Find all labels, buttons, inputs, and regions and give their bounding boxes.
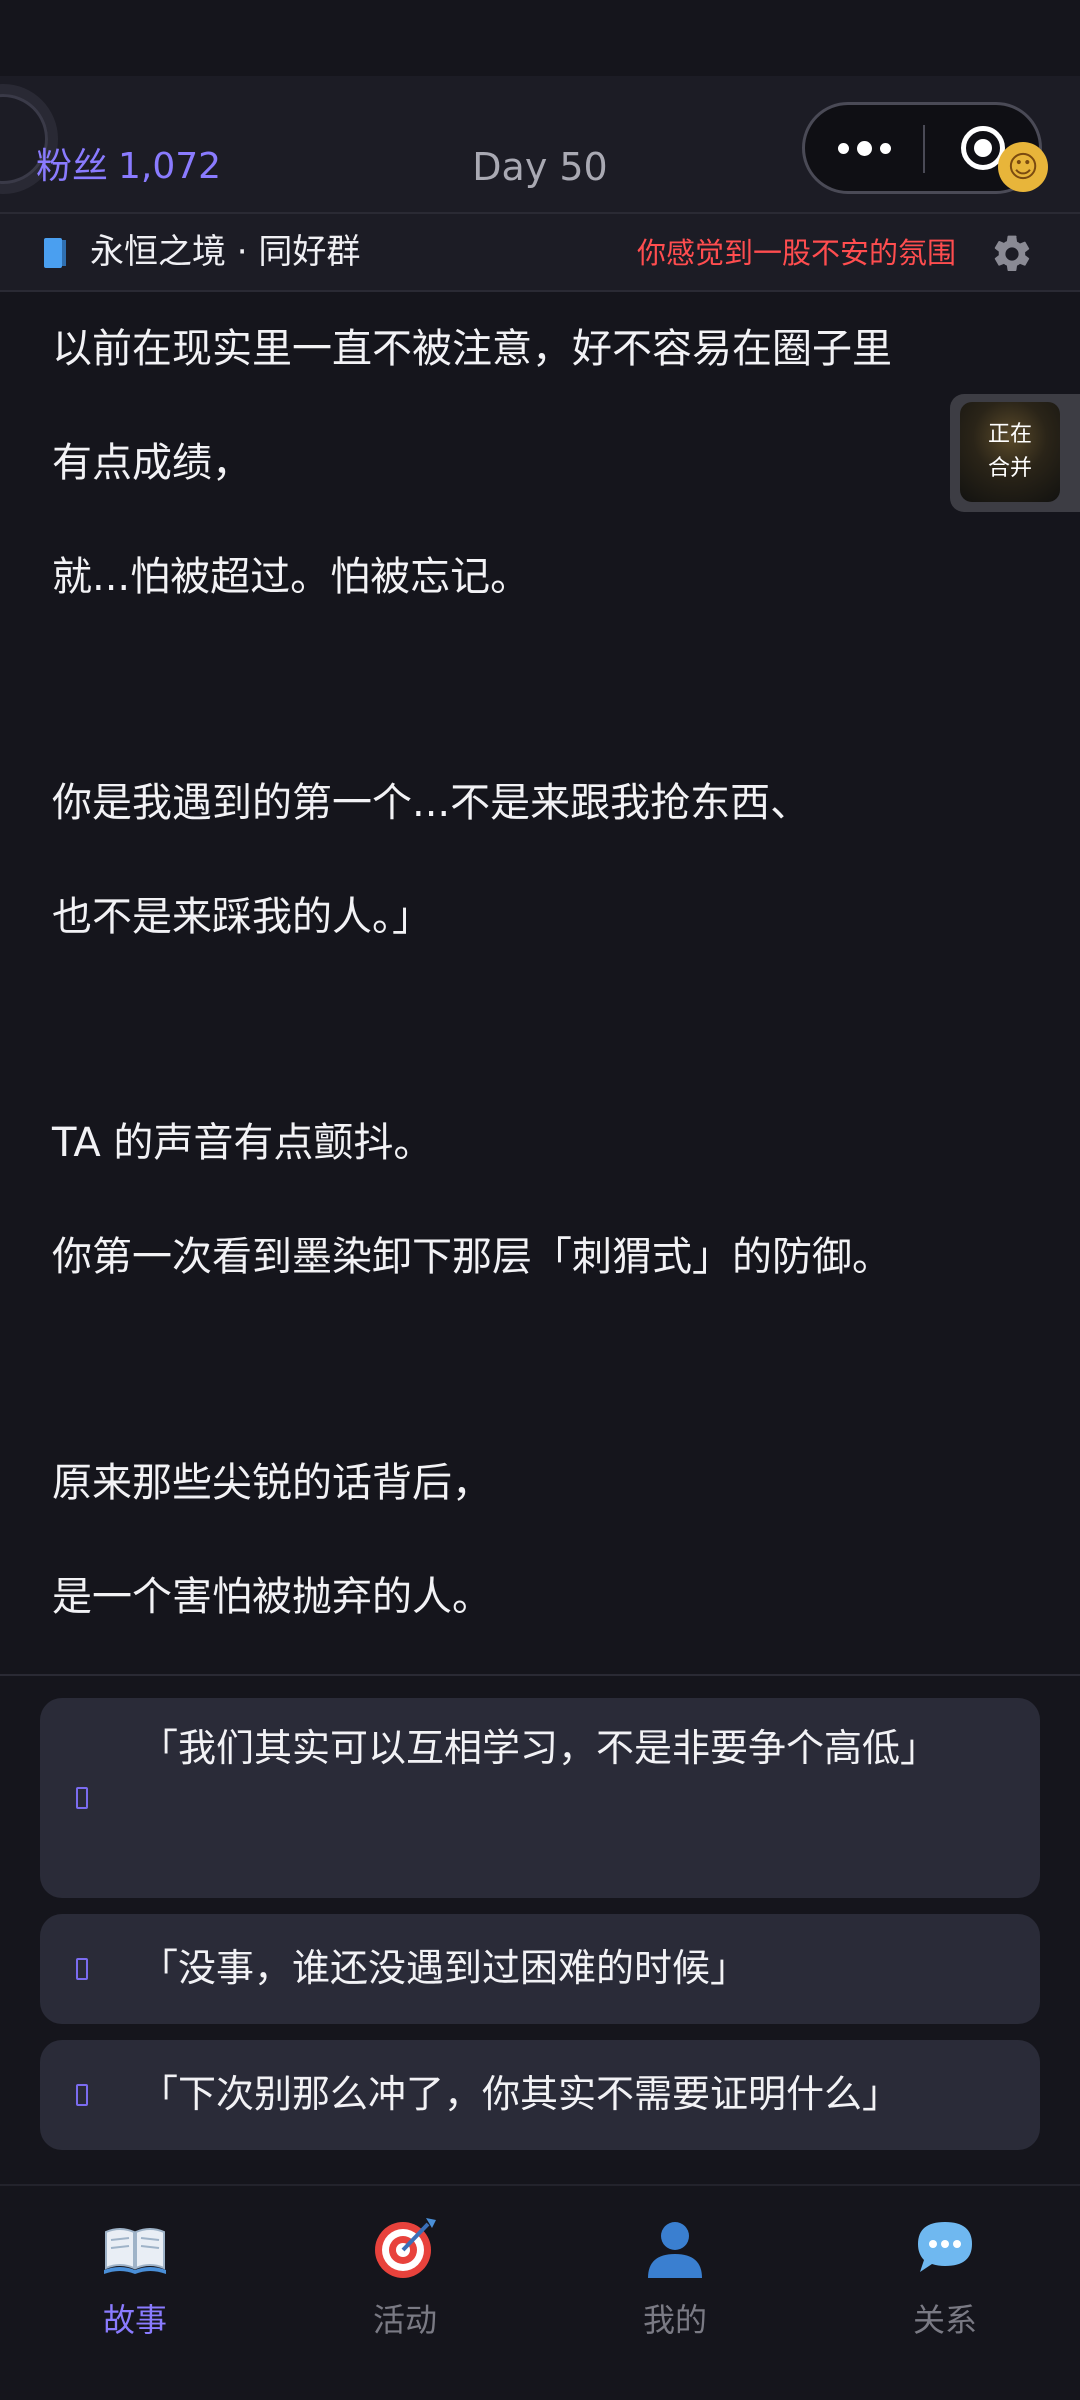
smiling-face-icon[interactable]: ☺: [998, 142, 1048, 192]
choice-option-3[interactable]: 「下次别那么冲了，你其实不需要证明什么」: [40, 2040, 1040, 2150]
tab-story[interactable]: 故事: [0, 2186, 270, 2400]
story-line: TA 的声音有点颤抖。: [52, 1120, 434, 1166]
merge-status-thumbnail: 正在 合并: [960, 402, 1060, 502]
open-book-icon: [104, 2228, 166, 2274]
story-line: 也不是来踩我的人。」: [52, 894, 432, 940]
story-line: 你第一次看到墨染卸下那层「刺猬式」的防御。: [52, 1234, 892, 1280]
tab-activities[interactable]: 活动: [270, 2186, 540, 2400]
story-line: 是一个害怕被抛弃的人。: [52, 1574, 492, 1620]
choice-option-1[interactable]: 「我们其实可以互相学习，不是非要争个高低」: [40, 1698, 1040, 1898]
merge-status-badge[interactable]: 正在 合并: [950, 394, 1080, 512]
mood-status: 你感觉到一股不安的氛围: [636, 236, 956, 270]
bottom-tab-bar: 故事 活动 我的 关系: [0, 2184, 1080, 2400]
fans-label: 粉丝: [36, 146, 109, 187]
fans-count-display[interactable]: 粉丝 1,072: [36, 142, 221, 192]
story-paragraph-gap: [52, 1314, 1042, 1426]
gear-icon: [994, 235, 1030, 272]
choice-text: 「我们其实可以互相学习，不是非要争个高低」: [140, 1726, 939, 1770]
target-dart-icon: [375, 2218, 436, 2278]
settings-button[interactable]: [988, 230, 1036, 278]
choice-bullet-icon: [76, 1787, 88, 1809]
story-paragraph-gap: [52, 974, 1042, 1086]
choice-text: 「下次别那么冲了，你其实不需要证明什么」: [140, 2072, 901, 2116]
story-line: 你是我遇到的第一个...不是来跟我抢东西、: [52, 780, 811, 826]
story-paragraph-gap: [52, 634, 1042, 746]
choice-option-2[interactable]: 「没事，谁还没遇到过困难的时候」: [40, 1914, 1040, 2024]
tab-relationships[interactable]: 关系: [810, 2186, 1080, 2400]
choice-list: 「我们其实可以互相学习，不是非要争个高低」 「没事，谁还没遇到过困难的时候」 「…: [40, 1698, 1040, 2166]
tab-label: 关系: [912, 2301, 977, 2339]
tab-profile[interactable]: 我的: [540, 2186, 810, 2400]
speech-bubble-icon: [918, 2222, 972, 2272]
tab-label: 故事: [102, 2301, 167, 2339]
story-text: 以前在现实里一直不被注意，好不容易在圈子里 有点成绩， 就...怕被超过。怕被忘…: [52, 292, 1042, 1654]
book-icon: [44, 238, 66, 268]
merge-status-line: 正在: [987, 422, 1032, 447]
tab-label: 活动: [372, 2301, 437, 2339]
choice-bullet-icon: [76, 2084, 88, 2106]
story-line: 原来那些尖锐的话背后，: [52, 1460, 492, 1506]
choice-bullet-icon: [76, 1958, 88, 1980]
group-bar[interactable]: 永恒之境 · 同好群 你感觉到一股不安的氛围: [0, 212, 1080, 292]
more-dots-icon: [837, 140, 891, 156]
status-bar: [0, 0, 1080, 76]
more-button[interactable]: [805, 105, 923, 191]
group-name: 永恒之境 · 同好群: [90, 232, 361, 272]
divider: [0, 1674, 1080, 1676]
story-line: 就...怕被超过。怕被忘记。: [52, 554, 531, 600]
story-line: 有点成绩，: [52, 440, 252, 486]
story-line: 以前在现实里一直不被注意，好不容易在圈子里: [52, 326, 892, 372]
fans-count: 1,072: [118, 146, 222, 187]
person-icon: [648, 2222, 702, 2278]
tab-label: 我的: [642, 2301, 707, 2339]
choice-text: 「没事，谁还没遇到过困难的时候」: [140, 1946, 749, 1990]
merge-status-line: 合并: [987, 456, 1032, 481]
